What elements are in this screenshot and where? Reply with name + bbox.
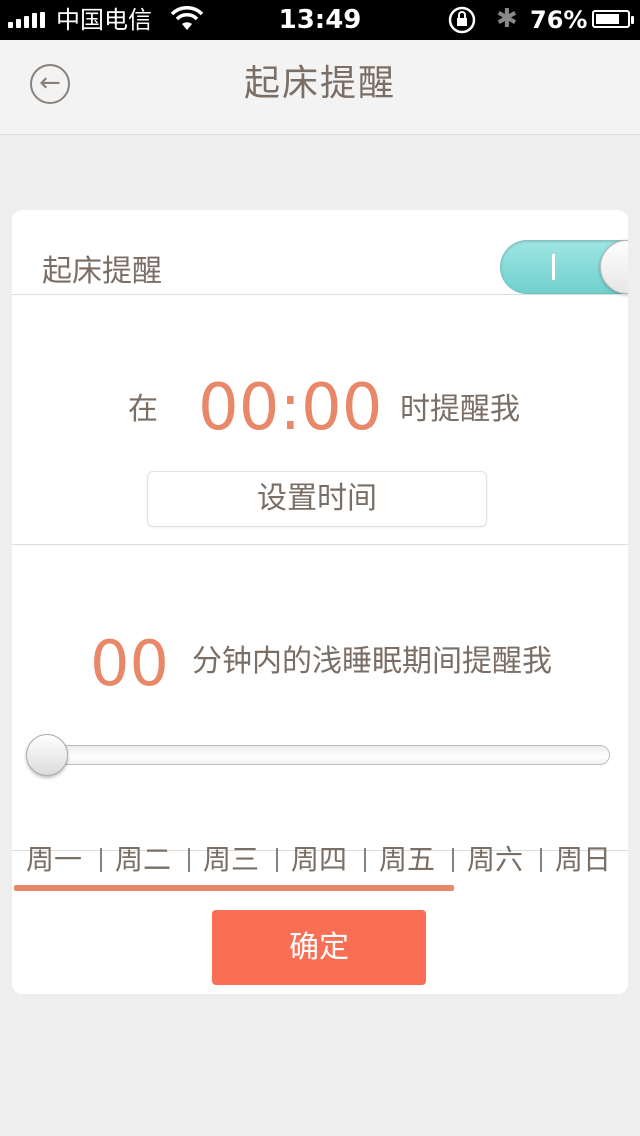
selected-days-indicator	[14, 885, 454, 891]
day-saturday[interactable]: 周六	[451, 840, 539, 880]
minutes-description: 分钟内的浅睡眠期间提醒我	[192, 644, 552, 679]
day-sunday[interactable]: 周日	[539, 840, 627, 880]
alarm-toggle-switch[interactable]	[500, 240, 628, 294]
page-title: 起床提醒	[243, 63, 396, 104]
minutes-slider-track[interactable]	[32, 745, 610, 765]
time-prefix: 在	[128, 392, 158, 427]
bluetooth-icon: ✱	[496, 4, 518, 34]
day-tuesday[interactable]: 周二	[99, 840, 187, 880]
battery-icon	[592, 10, 634, 28]
status-bar: 中国电信 13:49 ✱ 76%	[0, 0, 640, 40]
battery-percent: 76%	[530, 6, 588, 34]
rotation-lock-icon	[447, 5, 479, 39]
alarm-time: 00:00	[198, 371, 383, 445]
alarm-settings-card: 起床提醒 在 00:00 时提醒我 设置时间 00 分钟内的浅睡眠期间提醒我 周…	[12, 210, 628, 994]
divider	[12, 294, 628, 295]
divider	[12, 544, 628, 545]
day-monday[interactable]: 周一	[12, 840, 98, 880]
day-wednesday[interactable]: 周三	[187, 840, 275, 880]
weekday-selector: 周一 周二 周三 周四 周五 周六 周日	[12, 840, 628, 880]
set-time-button[interactable]: 设置时间	[147, 471, 487, 527]
confirm-button[interactable]: 确定	[212, 910, 426, 985]
alarm-toggle-label: 起床提醒	[42, 254, 162, 289]
day-friday[interactable]: 周五	[363, 840, 451, 880]
toggle-knob[interactable]	[600, 240, 628, 294]
minutes-slider-knob[interactable]	[26, 734, 68, 776]
toggle-on-indicator	[552, 254, 555, 280]
time-suffix: 时提醒我	[400, 392, 520, 427]
battery-fill	[596, 14, 619, 24]
minutes-value: 00	[90, 627, 169, 700]
day-thursday[interactable]: 周四	[275, 840, 363, 880]
navigation-bar: ← 起床提醒	[0, 40, 640, 135]
